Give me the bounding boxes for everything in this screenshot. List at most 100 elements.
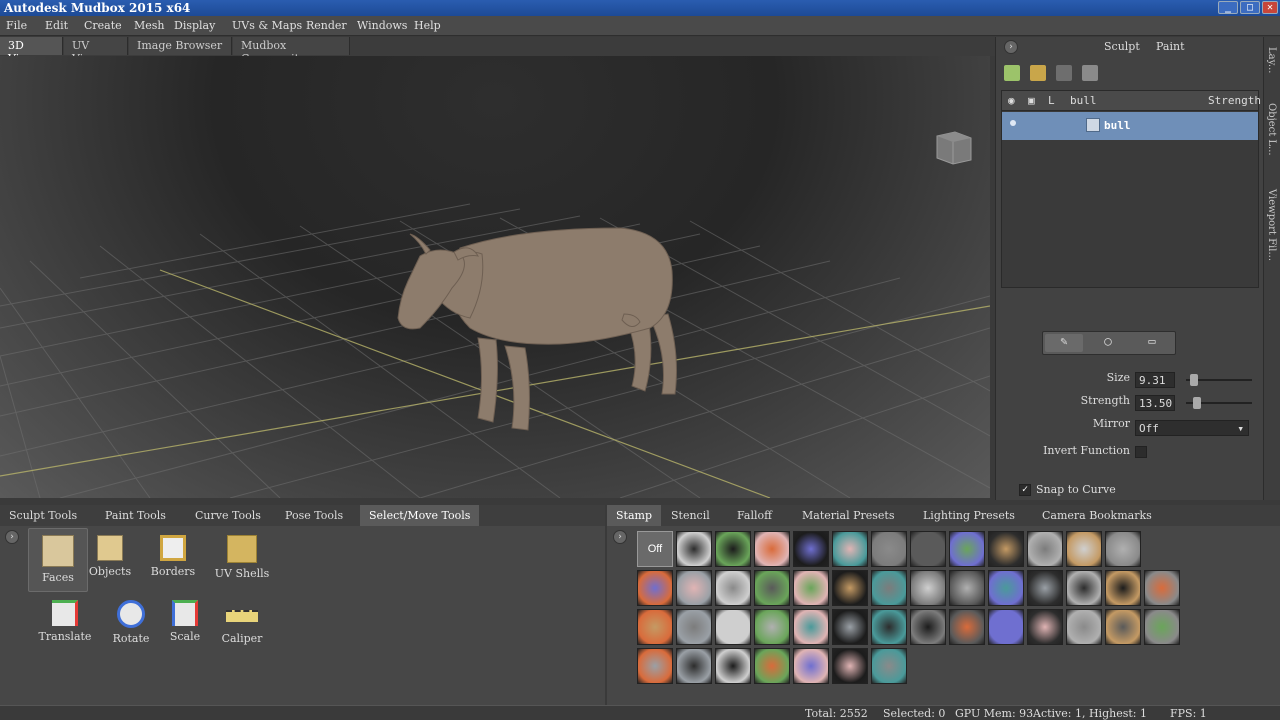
stamp-swatch[interactable] bbox=[988, 531, 1024, 567]
stamp-swatch[interactable] bbox=[832, 570, 868, 606]
stamp-swatch[interactable] bbox=[910, 570, 946, 606]
collapse-arrow-icon[interactable]: › bbox=[1004, 40, 1018, 54]
stamp-swatch[interactable] bbox=[1066, 531, 1102, 567]
stamp-swatch[interactable] bbox=[832, 648, 868, 684]
tab-stencil[interactable]: Stencil bbox=[662, 505, 719, 526]
stamp-swatch[interactable] bbox=[793, 570, 829, 606]
tab-material-presets[interactable]: Material Presets bbox=[793, 505, 904, 526]
stamp-swatch[interactable] bbox=[871, 609, 907, 645]
stamp-swatch[interactable] bbox=[910, 609, 946, 645]
folder-icon[interactable] bbox=[1030, 65, 1046, 81]
new-layer-icon[interactable] bbox=[1004, 65, 1020, 81]
mirror-select[interactable]: Off ▾ bbox=[1135, 420, 1249, 436]
lock-icon[interactable]: ▣ bbox=[1028, 94, 1035, 107]
tool-caliper[interactable]: Caliper bbox=[212, 600, 272, 645]
side-tab-viewport-filters[interactable]: Viewport Fil... bbox=[1266, 189, 1277, 261]
3d-viewport[interactable] bbox=[0, 56, 990, 498]
tab-camera-bookmarks[interactable]: Camera Bookmarks bbox=[1033, 505, 1161, 526]
tab-curve-tools[interactable]: Curve Tools bbox=[186, 505, 270, 526]
side-tab-layers[interactable]: Lay... bbox=[1266, 47, 1277, 73]
menu-uvs-maps[interactable]: UVs & Maps bbox=[232, 19, 302, 32]
menu-windows[interactable]: Windows bbox=[357, 19, 407, 32]
side-tab-object-list[interactable]: Object L... bbox=[1266, 103, 1277, 156]
stamp-swatch[interactable] bbox=[988, 609, 1024, 645]
stamp-tray-arrow-icon[interactable]: › bbox=[613, 530, 627, 544]
mask-icon[interactable] bbox=[1082, 65, 1098, 81]
stamp-swatch[interactable] bbox=[793, 648, 829, 684]
stamp-swatch[interactable] bbox=[715, 648, 751, 684]
stamp-swatch[interactable] bbox=[988, 570, 1024, 606]
tray-arrow-icon[interactable]: › bbox=[5, 530, 19, 544]
strength-input[interactable]: 13.50 bbox=[1135, 395, 1175, 411]
tool-rotate[interactable]: Rotate bbox=[101, 600, 161, 645]
stamp-swatch[interactable] bbox=[1066, 609, 1102, 645]
stamp-swatch[interactable] bbox=[949, 609, 985, 645]
stamp-swatch[interactable] bbox=[754, 570, 790, 606]
minimize-button[interactable]: _ bbox=[1218, 1, 1238, 14]
menu-file[interactable]: File bbox=[6, 19, 27, 32]
tab-uv-view[interactable]: UV View bbox=[64, 37, 128, 65]
stamp-swatch[interactable] bbox=[949, 570, 985, 606]
stamp-swatch[interactable] bbox=[676, 531, 712, 567]
brush-icon[interactable]: ✎ bbox=[1045, 334, 1083, 352]
tab-image-browser[interactable]: Image Browser bbox=[129, 37, 232, 55]
menu-create[interactable]: Create bbox=[84, 19, 122, 32]
stamp-swatch[interactable] bbox=[1144, 570, 1180, 606]
stamp-off[interactable]: Off bbox=[637, 531, 673, 567]
snap-to-curve-checkbox[interactable]: ✓ bbox=[1019, 484, 1031, 496]
stamp-swatch[interactable] bbox=[910, 531, 946, 567]
stamp-swatch[interactable] bbox=[793, 531, 829, 567]
stamp-swatch[interactable] bbox=[715, 531, 751, 567]
stamp-swatch[interactable] bbox=[1027, 570, 1063, 606]
stamp-swatch[interactable] bbox=[832, 531, 868, 567]
tab-sculpt[interactable]: Sculpt bbox=[1104, 40, 1140, 53]
tab-pose-tools[interactable]: Pose Tools bbox=[276, 505, 352, 526]
stamp-swatch[interactable] bbox=[676, 570, 712, 606]
strength-slider-knob[interactable] bbox=[1193, 397, 1201, 409]
tab-mudbox-community[interactable]: Mudbox Community bbox=[233, 37, 350, 65]
stamp-swatch[interactable] bbox=[676, 648, 712, 684]
stamp-swatch[interactable] bbox=[637, 648, 673, 684]
invert-function-checkbox[interactable] bbox=[1135, 446, 1147, 458]
menu-render[interactable]: Render bbox=[306, 19, 347, 32]
size-slider[interactable] bbox=[1186, 374, 1252, 386]
menu-mesh[interactable]: Mesh bbox=[134, 19, 165, 32]
stamp-swatch[interactable] bbox=[676, 609, 712, 645]
size-input[interactable]: 9.31 bbox=[1135, 372, 1175, 388]
size-slider-knob[interactable] bbox=[1190, 374, 1198, 386]
tab-lighting-presets[interactable]: Lighting Presets bbox=[914, 505, 1024, 526]
stamp-swatch[interactable] bbox=[637, 570, 673, 606]
stamp-swatch[interactable] bbox=[832, 609, 868, 645]
tab-falloff[interactable]: Falloff bbox=[728, 505, 781, 526]
layer-row[interactable]: bull bbox=[1002, 112, 1258, 140]
lasso-icon[interactable]: ◯ bbox=[1089, 334, 1127, 352]
viewcube[interactable] bbox=[933, 130, 973, 166]
stamp-swatch[interactable] bbox=[871, 648, 907, 684]
tab-3d-view[interactable]: 3D View bbox=[0, 37, 63, 65]
stamp-swatch[interactable] bbox=[1144, 609, 1180, 645]
close-button[interactable]: ✕ bbox=[1262, 1, 1278, 14]
stamp-swatch[interactable] bbox=[1066, 570, 1102, 606]
stamp-swatch[interactable] bbox=[1027, 531, 1063, 567]
tool-scale[interactable]: Scale bbox=[155, 600, 215, 643]
tool-objects[interactable]: Objects bbox=[80, 535, 140, 578]
stamp-swatch[interactable] bbox=[793, 609, 829, 645]
stamp-swatch[interactable] bbox=[715, 609, 751, 645]
stamp-swatch[interactable] bbox=[1027, 609, 1063, 645]
tab-sculpt-tools[interactable]: Sculpt Tools bbox=[0, 505, 86, 526]
maximize-button[interactable]: □ bbox=[1240, 1, 1260, 14]
stamp-swatch[interactable] bbox=[754, 609, 790, 645]
tab-paint-tools[interactable]: Paint Tools bbox=[96, 505, 175, 526]
strength-slider[interactable] bbox=[1186, 397, 1252, 409]
stamp-swatch[interactable] bbox=[871, 531, 907, 567]
stamp-swatch[interactable] bbox=[754, 531, 790, 567]
tab-paint[interactable]: Paint bbox=[1156, 40, 1185, 53]
menu-help[interactable]: Help bbox=[414, 19, 441, 32]
tab-stamp[interactable]: Stamp bbox=[607, 505, 661, 526]
menu-display[interactable]: Display bbox=[174, 19, 215, 32]
trash-icon[interactable] bbox=[1056, 65, 1072, 81]
stamp-swatch[interactable] bbox=[1105, 570, 1141, 606]
tool-faces[interactable]: Faces bbox=[28, 528, 88, 592]
stamp-swatch[interactable] bbox=[1105, 531, 1141, 567]
tool-uv-shells[interactable]: UV Shells bbox=[212, 535, 272, 580]
